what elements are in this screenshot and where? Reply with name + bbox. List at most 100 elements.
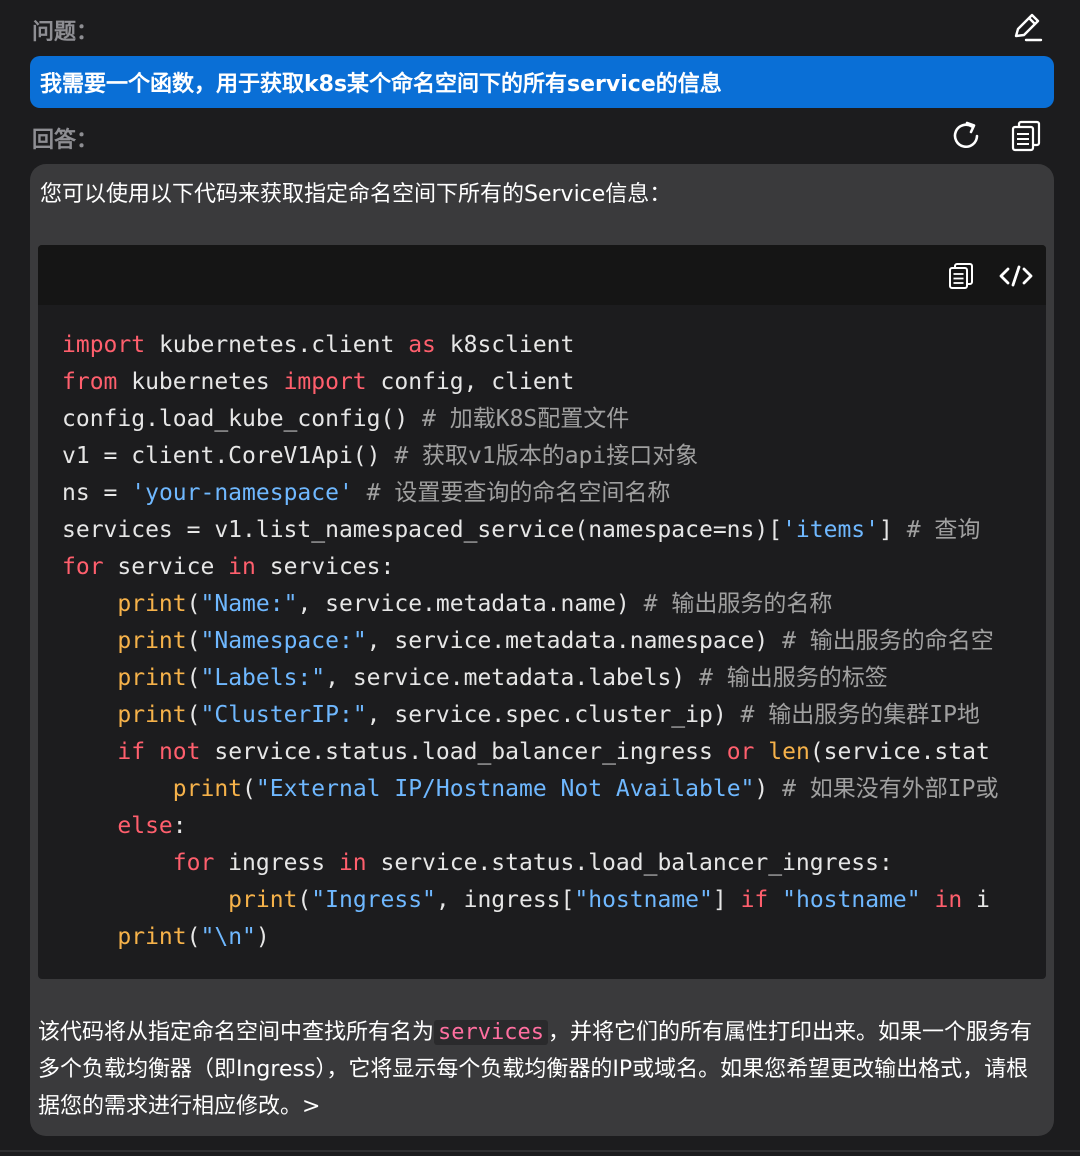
code-token: ns =	[62, 480, 132, 506]
code-token: if	[117, 739, 146, 765]
code-token: :	[172, 813, 187, 839]
code-token: (	[186, 702, 201, 728]
code-token: ]	[712, 887, 741, 913]
code-token: import	[283, 369, 367, 395]
code-token: "hostname"	[782, 887, 921, 913]
code-line: print("Namespace:", service.metadata.nam…	[62, 628, 994, 654]
copy-icon	[1011, 120, 1041, 152]
summary-text-before: 该代码将从指定命名空间中查找所有名为	[38, 1020, 435, 1045]
answer-bubble: 您可以使用以下代码来获取指定命名空间下所有的Service信息： import …	[30, 164, 1054, 1136]
code-token: import	[62, 332, 146, 358]
code-content: import kubernetes.client as k8sclient fr…	[62, 327, 998, 956]
code-token: service.status.load_balancer_ingress	[200, 739, 727, 765]
code-token: 'your-namespace'	[131, 480, 353, 506]
inline-code-services: services	[434, 1020, 548, 1045]
edit-button[interactable]	[1010, 10, 1044, 44]
code-token: print	[117, 591, 187, 617]
code-token: (	[186, 628, 201, 654]
code-token: print	[228, 887, 298, 913]
edit-icon	[1014, 13, 1043, 42]
code-token: "Namespace:"	[200, 628, 367, 654]
code-token: # 加载K8S配置文件	[422, 406, 630, 432]
answer-intro: 您可以使用以下代码来获取指定命名空间下所有的Service信息：	[40, 182, 672, 207]
code-line: for ingress in service.status.load_balan…	[62, 850, 893, 876]
code-line: config.load_kube_config() # 加载K8S配置文件	[62, 406, 629, 432]
code-line: if not service.status.load_balancer_ingr…	[62, 739, 990, 765]
code-token: , ingress[	[435, 887, 575, 913]
code-token: if	[740, 887, 769, 913]
question-label: 问题：	[32, 20, 99, 45]
code-token: "ClusterIP:"	[200, 702, 367, 728]
code-token: kubernetes	[117, 369, 284, 395]
code-token: )	[255, 924, 270, 950]
code-token: print	[172, 776, 243, 802]
copy-icon	[949, 263, 973, 289]
code-token: print	[117, 628, 187, 654]
code-line: print("\n")	[62, 924, 270, 950]
code-line: v1 = client.CoreV1Api() # 获取v1版本的api接口对象	[62, 443, 698, 469]
answer-summary: 该代码将从指定命名空间中查找所有名为 services ，并将它们的所有属性打印出来…	[38, 1014, 1038, 1125]
code-token: i	[962, 887, 990, 913]
code-token: service	[103, 554, 229, 580]
regenerate-button[interactable]	[948, 118, 984, 154]
code-token: )	[754, 776, 783, 802]
code-token: (	[242, 776, 256, 802]
answer-label: 回答：	[32, 128, 99, 153]
code-line: services = v1.list_namespaced_service(na…	[62, 517, 980, 543]
code-token: service.status.load_balancer_ingress:	[366, 850, 893, 876]
refresh-icon	[953, 121, 979, 149]
copy-code-button[interactable]	[946, 261, 976, 291]
code-view-icon	[999, 265, 1033, 287]
bottom-divider	[0, 1150, 1080, 1152]
code-token: or	[726, 739, 755, 765]
code-token: "Name:"	[200, 591, 298, 617]
code-token: # 输出服务的命名空	[782, 628, 994, 654]
code-token: kubernetes.client	[145, 332, 409, 358]
code-token: in	[934, 887, 963, 913]
code-token: , service.metadata.namespace)	[366, 628, 783, 654]
code-line: print("External IP/Hostname Not Availabl…	[62, 776, 999, 802]
question-bubble: 我需要一个函数，用于获取k8s某个命名空间下的所有service的信息	[30, 56, 1054, 108]
code-line: print("ClusterIP:", service.spec.cluster…	[62, 702, 980, 728]
code-token: in	[338, 850, 367, 876]
copy-answer-button[interactable]	[1008, 118, 1044, 154]
code-token: , service.metadata.labels)	[325, 665, 699, 691]
code-token: print	[117, 702, 187, 728]
code-token: (	[186, 591, 201, 617]
code-line: from kubernetes import config, client	[62, 369, 574, 395]
code-token: # 获取v1版本的api接口对象	[394, 443, 699, 469]
code-token: (service.stat	[809, 739, 990, 765]
code-token: services = v1.list_namespaced_service(na…	[62, 517, 783, 543]
code-line: print("Labels:", service.metadata.labels…	[62, 665, 887, 691]
code-token: # 输出服务的名称	[643, 591, 833, 617]
code-token: , service.spec.cluster_ip)	[366, 702, 741, 728]
code-token: config.load_kube_config()	[62, 406, 423, 432]
code-token: print	[117, 924, 187, 950]
code-token: (	[186, 665, 201, 691]
code-line: print("Name:", service.metadata.name) # …	[62, 591, 832, 617]
view-code-button[interactable]	[998, 261, 1034, 291]
code-token: for	[172, 850, 215, 876]
code-line: print("Ingress", ingress["hostname"] if …	[62, 887, 990, 913]
code-header	[38, 245, 1046, 305]
code-token: ingress	[214, 850, 339, 876]
code-token: not	[158, 739, 201, 765]
code-block: import kubernetes.client as k8sclient fr…	[38, 245, 1046, 979]
code-token: # 输出服务的集群IP地	[740, 702, 980, 728]
code-token: k8sclient	[435, 332, 575, 358]
code-token: (	[186, 924, 201, 950]
code-token: ]	[879, 517, 907, 543]
